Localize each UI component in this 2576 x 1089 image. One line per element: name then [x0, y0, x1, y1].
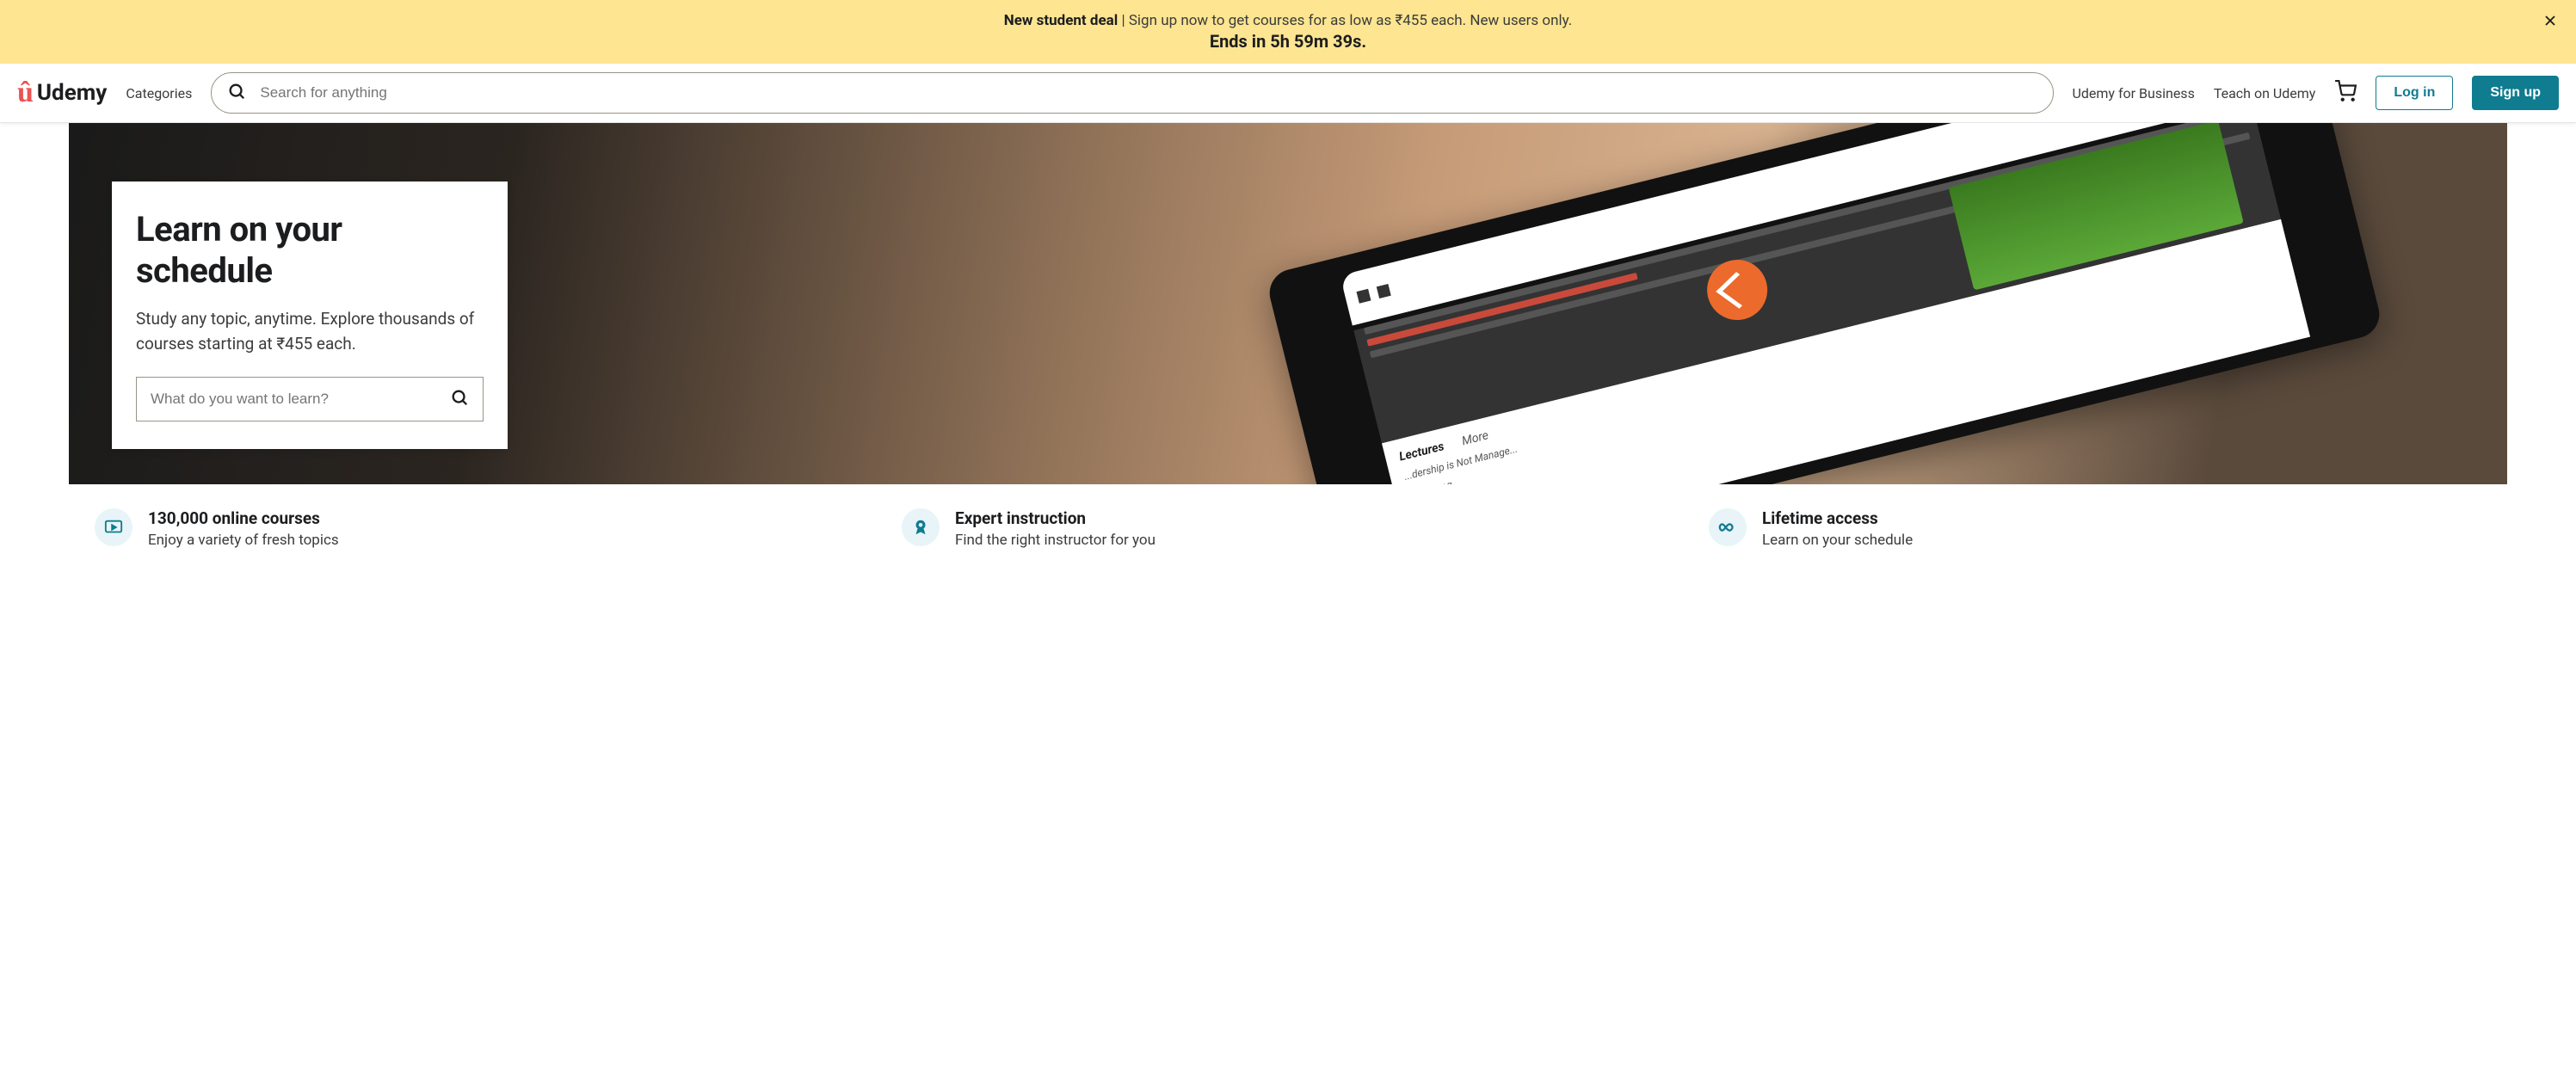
feature-expert: Expert instruction Find the right instru…: [902, 508, 1674, 549]
search-icon: [227, 82, 246, 104]
features-row: 130,000 online courses Enjoy a variety o…: [95, 508, 2481, 549]
search-icon: [1377, 284, 1391, 298]
hero-search-input[interactable]: [151, 391, 440, 408]
business-link[interactable]: Udemy for Business: [2073, 85, 2195, 102]
hero-title: Learn on your schedule: [136, 209, 484, 292]
hero-section: û Udemy Lectures More ...dership is Not …: [69, 123, 2507, 484]
feature-subtitle: Find the right instructor for you: [955, 532, 1156, 549]
feature-title: Lifetime access: [1762, 508, 1913, 528]
feature-courses: 130,000 online courses Enjoy a variety o…: [95, 508, 867, 549]
offline-icon: [1701, 254, 1774, 327]
teach-link[interactable]: Teach on Udemy: [2214, 85, 2316, 102]
promo-banner: New student deal | Sign up now to get co…: [0, 0, 2576, 64]
hero-subtitle: Study any topic, anytime. Explore thousa…: [136, 307, 484, 356]
play-screen-icon: [95, 508, 132, 546]
feature-title: Expert instruction: [955, 508, 1156, 528]
header: û Udemy Categories Udemy for Business Te…: [0, 64, 2576, 123]
promo-bold: New student deal: [1004, 12, 1119, 29]
phone-tab-lectures: Lectures: [1398, 440, 1445, 464]
hero-card: Learn on your schedule Study any topic, …: [112, 182, 508, 449]
logo[interactable]: û Udemy: [17, 78, 107, 108]
promo-sep: |: [1118, 12, 1129, 29]
feature-subtitle: Enjoy a variety of fresh topics: [148, 532, 339, 549]
logo-mark-icon: û: [17, 78, 34, 108]
promo-text-line: New student deal | Sign up now to get co…: [17, 12, 2559, 29]
promo-text: Sign up now to get courses for as low as…: [1129, 12, 1572, 29]
feature-subtitle: Learn on your schedule: [1762, 532, 1913, 549]
feature-lifetime: Lifetime access Learn on your schedule: [1709, 508, 2481, 549]
categories-link[interactable]: Categories: [126, 85, 192, 102]
close-icon[interactable]: [2542, 12, 2559, 34]
hero-search[interactable]: [136, 377, 484, 421]
award-icon: [902, 508, 940, 546]
feature-title: 130,000 online courses: [148, 508, 339, 528]
infinity-icon: [1709, 508, 1747, 546]
cart-icon[interactable]: [2334, 80, 2357, 106]
signup-button[interactable]: Sign up: [2472, 76, 2559, 110]
header-search[interactable]: [211, 72, 2053, 114]
login-button[interactable]: Log in: [2376, 76, 2453, 110]
search-icon[interactable]: [450, 388, 469, 410]
menu-icon: [1357, 289, 1371, 304]
search-input[interactable]: [260, 84, 2037, 102]
logo-text: Udemy: [37, 80, 107, 106]
promo-countdown: Ends in 5h 59m 39s.: [17, 31, 2559, 52]
phone-tab-more: More: [1461, 428, 1490, 448]
